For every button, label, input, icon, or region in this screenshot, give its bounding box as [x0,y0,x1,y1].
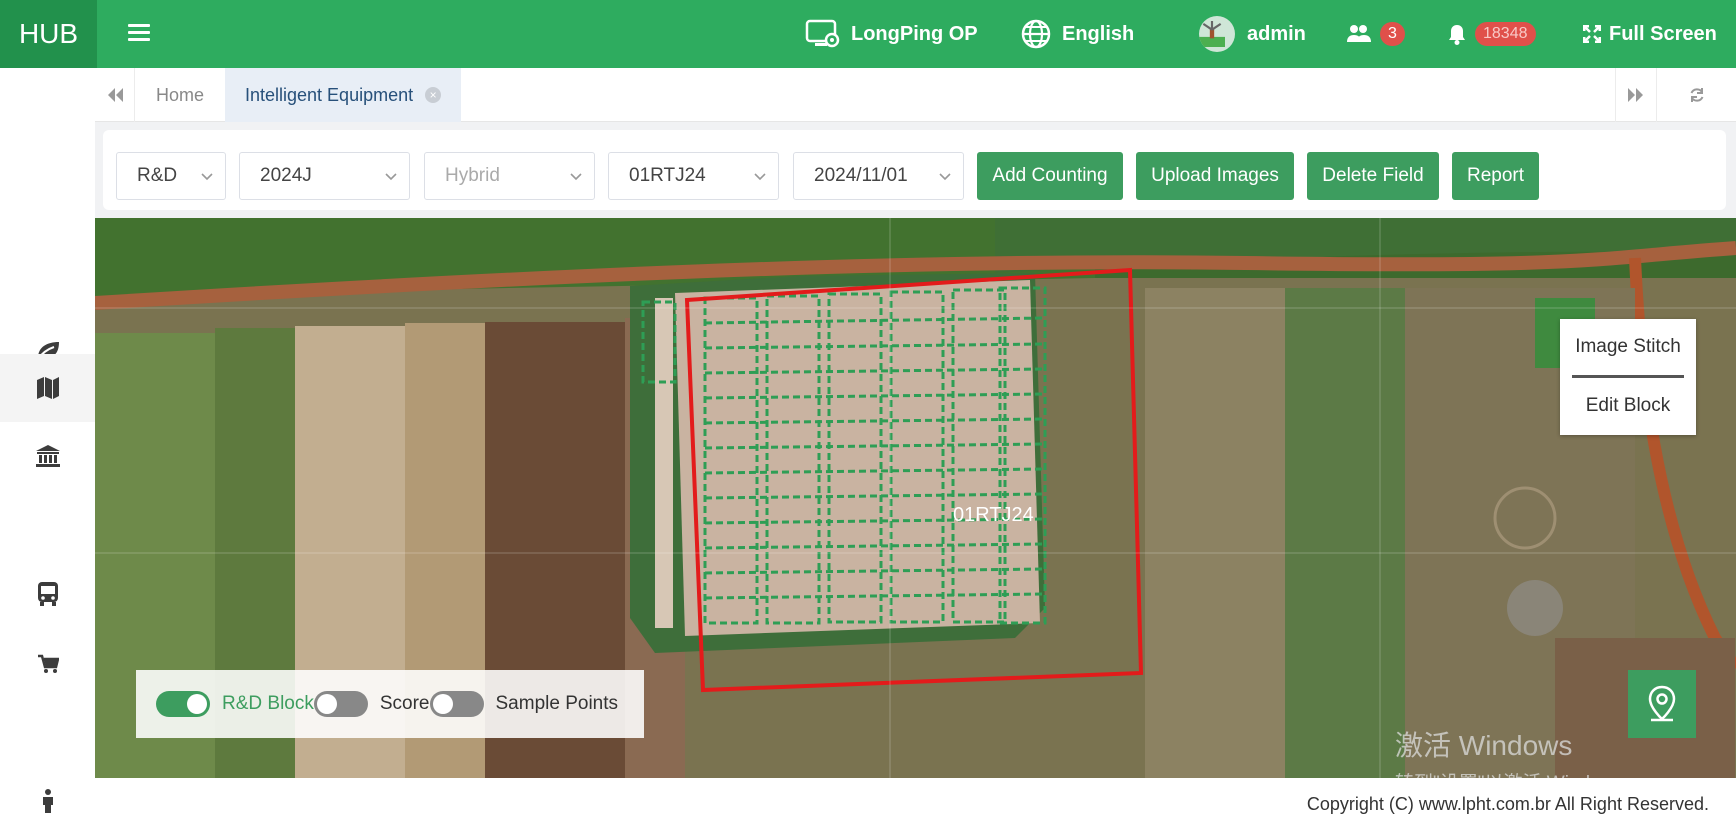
org-settings-icon [805,19,840,48]
image-stitch-button[interactable]: Image Stitch [1560,319,1696,375]
tab-home-label: Home [156,84,205,105]
sidebar-item-transport[interactable] [0,560,95,628]
tab-close-icon[interactable]: × [425,87,442,103]
chevron-down-icon [939,173,951,181]
tabs-scroll-right-button[interactable] [1615,68,1655,122]
rd-block-toggle[interactable] [156,691,210,717]
fullscreen-label: Full Screen [1609,22,1717,45]
notifications-button[interactable]: 18348 [1447,0,1536,68]
date-select-value: 2024/11/01 [814,165,908,186]
chevron-down-icon [201,173,213,181]
season-select[interactable]: 2024J [239,152,410,200]
watermark-line-2: 转到"设置"以激活 Windows。 [1395,768,1643,778]
person-icon [42,789,53,813]
field-select[interactable]: 01RTJ24 [608,152,779,200]
globe-icon [1021,19,1051,49]
windows-activation-watermark: 激活 Windows 转到"设置"以激活 Windows。 [1395,724,1643,778]
map-icon [36,377,59,399]
type-select[interactable]: Hybrid [424,152,595,200]
top-bar: HUB LongPing OP English admin 3 18348 Fu… [0,0,1736,68]
fullscreen-icon [1583,25,1601,43]
field-label[interactable]: 01RTJ24 [953,504,1034,527]
user-name: admin [1247,22,1306,45]
rd-block-label: R&D Block [222,693,314,714]
layer-toggles: R&D Block Score Sample Points [136,670,644,738]
upload-images-button[interactable]: Upload Images [1136,152,1294,200]
sidebar-item-map[interactable] [0,354,95,422]
sidebar-item-shop[interactable] [0,630,95,698]
tab-active-label: Intelligent Equipment [245,84,414,105]
double-chevron-left-icon [107,88,123,102]
delete-field-button[interactable]: Delete Field [1307,152,1439,200]
team-button[interactable]: 3 [1346,0,1405,68]
sample-points-toggle[interactable] [429,691,484,717]
users-icon [1347,25,1371,42]
score-toggle[interactable] [313,691,368,717]
user-menu[interactable]: admin [1199,0,1306,68]
org-switcher[interactable]: LongPing OP [805,0,978,68]
program-select[interactable]: R&D [116,152,226,200]
tab-intelligent-equipment[interactable]: Intelligent Equipment × [225,68,462,122]
team-count-badge: 3 [1380,22,1405,46]
tabs-bar: Home Intelligent Equipment × [95,68,1736,122]
sample-points-label: Sample Points [495,693,619,714]
fullscreen-button[interactable]: Full Screen [1583,0,1717,68]
bell-icon [1449,25,1465,45]
cart-icon [37,654,59,673]
chevron-down-icon [754,173,766,181]
bus-icon [37,582,58,606]
sidebar-item-user[interactable] [0,767,95,827]
language-switcher[interactable]: English [1020,0,1134,68]
map-view[interactable]: 01RTJ24 Image Stitch Edit Block R&D Bloc… [95,218,1736,778]
filter-area: R&D 2024J Hybrid 01RTJ24 2024/11/01 Add … [95,122,1736,218]
chevron-down-icon [570,173,582,181]
filter-bar: R&D 2024J Hybrid 01RTJ24 2024/11/01 Add … [103,130,1726,210]
menu-toggle-icon[interactable] [128,24,150,44]
map-tool-menu: Image Stitch Edit Block [1560,319,1696,435]
field-select-value: 01RTJ24 [629,165,706,186]
season-select-value: 2024J [260,165,312,186]
add-counting-button[interactable]: Add Counting [977,152,1123,200]
copyright-footer: Copyright (C) www.lpht.com.br All Right … [1306,794,1709,814]
chevron-down-icon [385,173,397,181]
sidebar-item-institution[interactable] [0,422,95,490]
language-label: English [1062,22,1135,45]
org-name: LongPing OP [851,22,978,45]
location-pin-icon [1648,685,1676,722]
type-select-placeholder: Hybrid [445,165,500,186]
refresh-icon [1690,88,1703,102]
report-button[interactable]: Report [1452,152,1539,200]
watermark-line-1: 激活 Windows [1395,730,1573,761]
notification-count-badge: 18348 [1475,22,1536,46]
score-label: Score [379,693,430,714]
avatar [1199,16,1235,52]
tabs-scroll-left-button[interactable] [95,68,135,122]
bank-icon [35,445,60,467]
sidebar [0,68,95,827]
edit-block-button[interactable]: Edit Block [1560,378,1696,434]
tab-home[interactable]: Home [136,68,224,122]
double-chevron-right-icon [1627,88,1643,102]
refresh-button[interactable] [1656,68,1736,122]
program-select-value: R&D [137,165,178,186]
app-logo[interactable]: HUB [0,0,97,68]
date-select[interactable]: 2024/11/01 [793,152,964,200]
